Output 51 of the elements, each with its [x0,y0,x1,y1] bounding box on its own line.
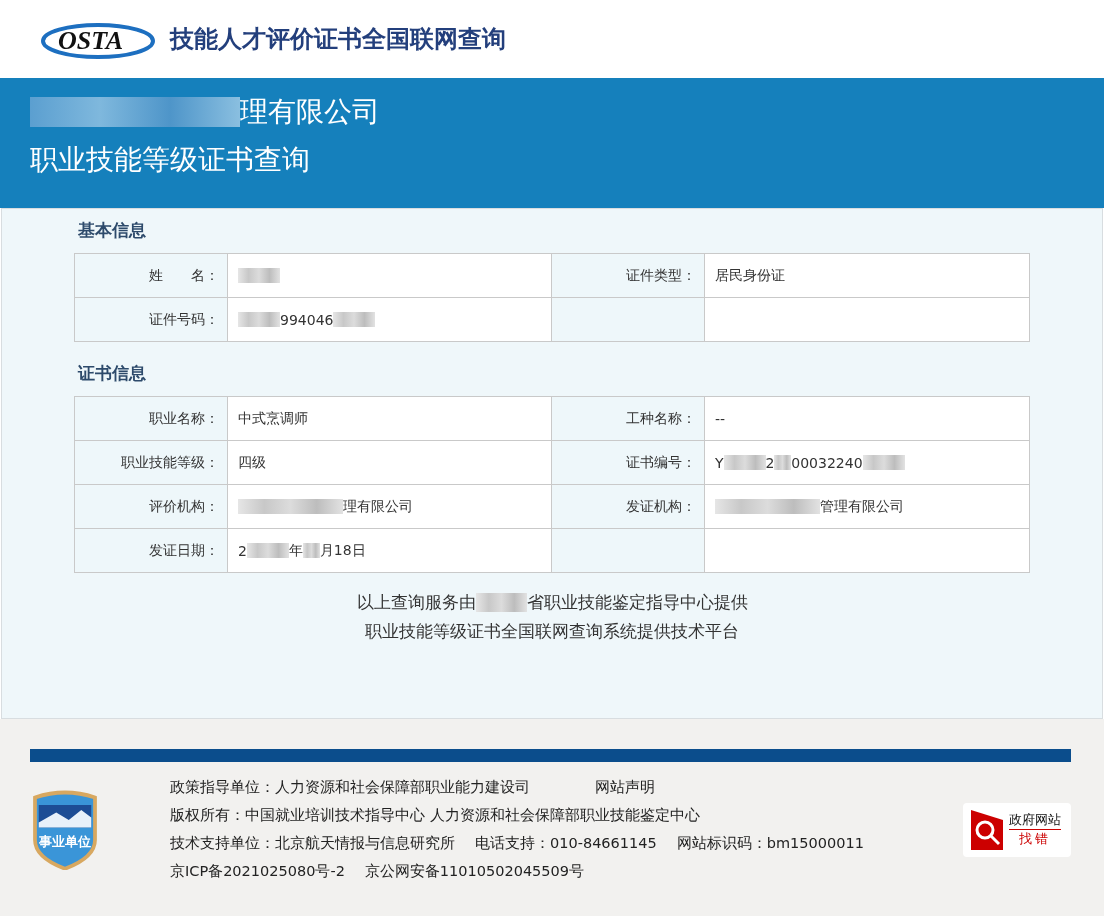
redaction-mark [238,267,280,284]
redaction-mark [723,454,766,471]
shield-badge-icon: 事业单位 [30,789,100,870]
text: 理有限公司 [240,94,380,130]
text: 省职业技能鉴定指导中心提供 [526,591,748,614]
label-cell: 证件类型： [552,254,705,298]
redaction-mark [774,454,792,471]
footer-text: 政策指导单位：人力资源和社会保障部职业能力建设司 [170,778,530,797]
redaction-mark [302,542,320,559]
label-cell: 发证日期： [75,529,228,573]
text: 居民身份证 [715,266,785,285]
text: -- [715,410,726,427]
text: Y [715,454,724,471]
text: 职业技能等级证书全国联网查询系统提供技术平台 [365,620,739,643]
text: 2 [765,454,775,471]
footer-text: 京ICP备2021025080号-2 [170,862,345,881]
text: 00032240 [791,454,863,471]
text: 994046 [280,311,334,328]
redaction-mark [238,311,280,328]
text: 职业技能等级证书查询 [30,142,310,178]
label-cell: 姓 名： [75,254,228,298]
label-cell: 职业名称： [75,397,228,441]
text: 中式烹调师 [238,409,308,428]
text: 四级 [238,453,266,472]
magnifier-icon [969,807,1005,852]
label-cell: 职业技能等级： [75,441,228,485]
text: 管理有限公司 [820,497,904,516]
text: 年 [288,541,303,560]
redaction-mark [475,593,527,612]
site-title: 技能人才评价证书全国联网查询 [170,24,506,55]
text: 理有限公司 [343,497,413,516]
label-cell: 证件号码： [75,298,228,342]
redaction-mark [246,542,289,559]
label-cell: 证书编号： [552,441,705,485]
label-cell: 工种名称： [552,397,705,441]
text: 以上查询服务由 [356,591,476,614]
redaction-mark [862,454,905,471]
footer-text: 电话支持：010-84661145 [475,834,657,853]
section-title: 基本信息 [77,219,147,242]
label-cell: 评价机构： [75,485,228,529]
label-cell: 发证机构： [552,485,705,529]
footer-text: 技术支持单位：北京航天情报与信息研究所 [170,834,455,853]
gov-error-report-badge[interactable]: 政府网站 找错 [963,802,1071,857]
redaction-mark [333,311,376,328]
text: 月18日 [319,541,366,560]
section-title: 证书信息 [76,362,147,385]
footer-text: 网站声明 [595,778,655,797]
text: 2 [238,542,247,559]
footer-text: 京公网安备11010502045509号 [364,862,584,881]
footer-text: 版权所有：中国就业培训技术指导中心 人力资源和社会保障部职业技能鉴定中心 [170,806,700,825]
footer-text: 网站标识码：bm15000011 [676,834,864,853]
